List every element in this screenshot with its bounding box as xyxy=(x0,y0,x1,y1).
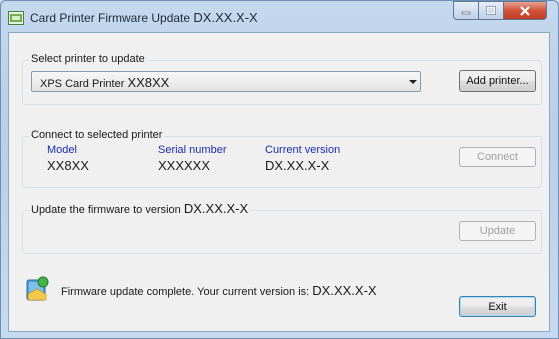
window-title-version: DX.XX.X-X xyxy=(193,10,258,25)
minimize-icon xyxy=(461,11,471,14)
printer-model: XX8XX xyxy=(127,75,170,90)
model-label: Model xyxy=(47,144,77,156)
update-legend-text: Update the firmware to version xyxy=(31,204,181,216)
maximize-icon xyxy=(486,6,496,15)
serial-number-label: Serial number xyxy=(158,144,227,156)
app-icon xyxy=(8,11,24,25)
connect-button[interactable]: Connect xyxy=(459,147,536,167)
add-printer-button[interactable]: Add printer... xyxy=(459,70,536,92)
shield-icon xyxy=(26,276,49,301)
update-button[interactable]: Update xyxy=(459,221,536,241)
printer-select-value: XPS Card Printer XX8XX xyxy=(40,75,169,90)
maximize-button[interactable] xyxy=(479,1,504,20)
connect-label: Connect xyxy=(477,151,518,163)
current-version-label: Current version xyxy=(265,144,341,156)
model-value: XX8XX xyxy=(47,158,89,173)
window-title-text: Card Printer Firmware Update xyxy=(30,11,191,25)
select-printer-legend: Select printer to update xyxy=(29,53,147,65)
exit-label: Exit xyxy=(488,300,507,313)
close-button[interactable] xyxy=(504,1,547,20)
update-target-version: DX.XX.X-X xyxy=(183,201,249,216)
printer-select[interactable]: XPS Card Printer XX8XX xyxy=(31,71,421,92)
current-version-value: DX.XX.X-X xyxy=(265,158,330,173)
connect-legend: Connect to selected printer xyxy=(29,129,165,141)
status-text: Firmware update complete. Your current v… xyxy=(61,286,310,298)
add-printer-label: Add printer... xyxy=(466,75,529,87)
close-icon xyxy=(520,5,530,16)
minimize-button[interactable] xyxy=(453,1,479,20)
update-label: Update xyxy=(479,225,516,237)
window-title: Card Printer Firmware Update DX.XX.X-X xyxy=(30,10,258,25)
serial-number-value: XXXXXX xyxy=(158,158,211,173)
status-message: Firmware update complete. Your current v… xyxy=(61,283,377,298)
update-legend: Update the firmware to version DX.XX.X-X xyxy=(29,201,251,216)
exit-button[interactable]: Exit xyxy=(459,296,536,317)
status-version: DX.XX.X-X xyxy=(312,283,377,298)
chevron-down-icon xyxy=(409,80,417,84)
printer-name: XPS Card Printer xyxy=(40,78,125,90)
